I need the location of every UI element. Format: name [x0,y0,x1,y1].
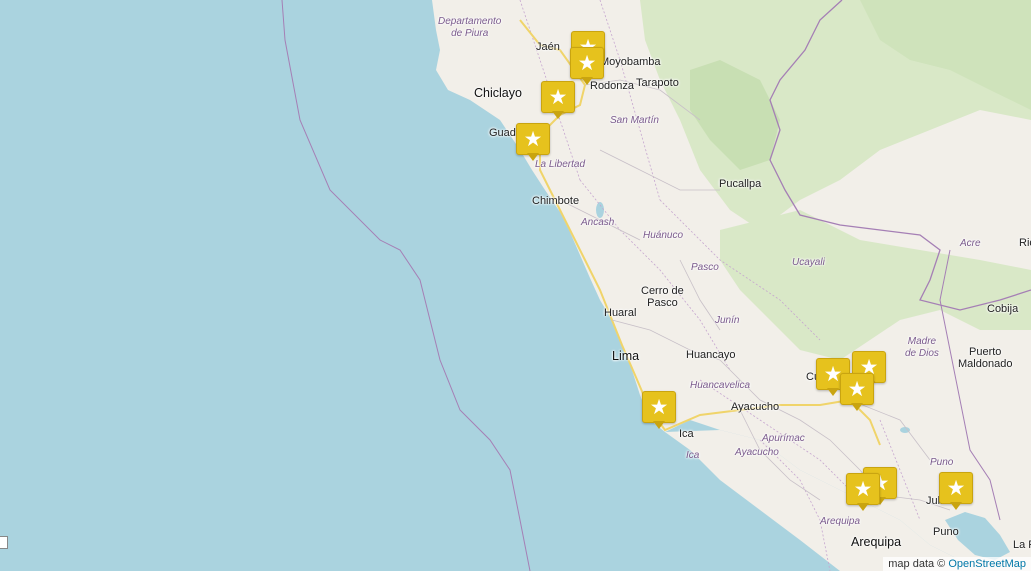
region-label-ayacucho: Ayacucho [735,447,779,458]
region-label-huanuco: Huánuco [643,230,684,241]
map-marker-cajamarca[interactable]: ★ [541,81,575,121]
city-label-chiclayo: Chiclayo [474,86,522,100]
zoom-control-edge[interactable] [0,536,8,549]
star-icon: ★ [946,476,966,500]
map-attribution: map data © OpenStreetMap [883,557,1031,571]
region-label-ica: Ica [686,450,700,461]
star-icon: ★ [548,85,568,109]
region-label-apurimac: Apurímac [762,433,805,444]
region-label-puno: Puno [930,457,954,468]
region-label-junin: Junín [715,315,740,326]
city-label-moyobamba: Moyobamba [600,56,661,68]
region-label-acre: Acre [960,238,981,249]
star-icon: ★ [853,477,873,501]
city-label-ayacucho: Ayacucho [731,401,780,413]
attribution-prefix: map data © [888,558,949,570]
region-label-pasco: Pasco [691,262,719,273]
city-label-huaral: Huaral [604,307,637,319]
city-label-rio: Ric [1019,237,1031,249]
city-label-huancayo: Huancayo [686,349,736,361]
city-label-chimbote: Chimbote [532,195,580,207]
region-label-madre-de-dios: Madre de Dios [905,336,939,359]
region-label-san-martin: San Martín [610,115,659,126]
map-marker-puno[interactable]: ★ [939,472,973,512]
attribution-link[interactable]: OpenStreetMap [948,558,1026,570]
city-label-puerto-maldonado: Puerto Maldonado [958,346,1013,370]
city-label-cerro-de-pasco: Cerro de Pasco [641,285,684,309]
city-label-puno: Puno [933,526,959,538]
map-marker-jaen-2[interactable]: ★ [570,47,604,87]
region-label-arequipa: Arequipa [820,516,861,527]
city-label-lima: Lima [612,349,640,363]
region-label-huancavelica: Huancavelica [690,380,751,391]
map-marker-cusco-3[interactable]: ★ [840,373,874,413]
star-icon: ★ [847,377,867,401]
region-label-ucayali: Ucayali [792,257,825,268]
star-icon: ★ [523,127,543,151]
city-label-ica: Ica [679,428,694,440]
map-view[interactable]: Departamento de Piura Jaén Moyobamba Tar… [0,0,1031,571]
map-marker-trujillo[interactable]: ★ [516,123,550,163]
map-marker-paracas[interactable]: ★ [642,391,676,431]
city-label-tarapoto: Tarapoto [636,77,679,89]
star-icon: ★ [649,395,669,419]
city-label-pucallpa: Pucallpa [719,178,762,190]
star-icon: ★ [577,51,597,75]
city-label-cobija: Cobija [987,303,1019,315]
city-label-arequipa: Arequipa [851,535,902,549]
city-label-jaen: Jaén [536,41,560,53]
region-label-ancash: Ancash [581,217,615,228]
map-marker-colca-2[interactable]: ★ [846,473,880,513]
city-label-la-paz: La P [1013,539,1031,551]
region-label-piura: Departamento de Piura [438,16,502,39]
